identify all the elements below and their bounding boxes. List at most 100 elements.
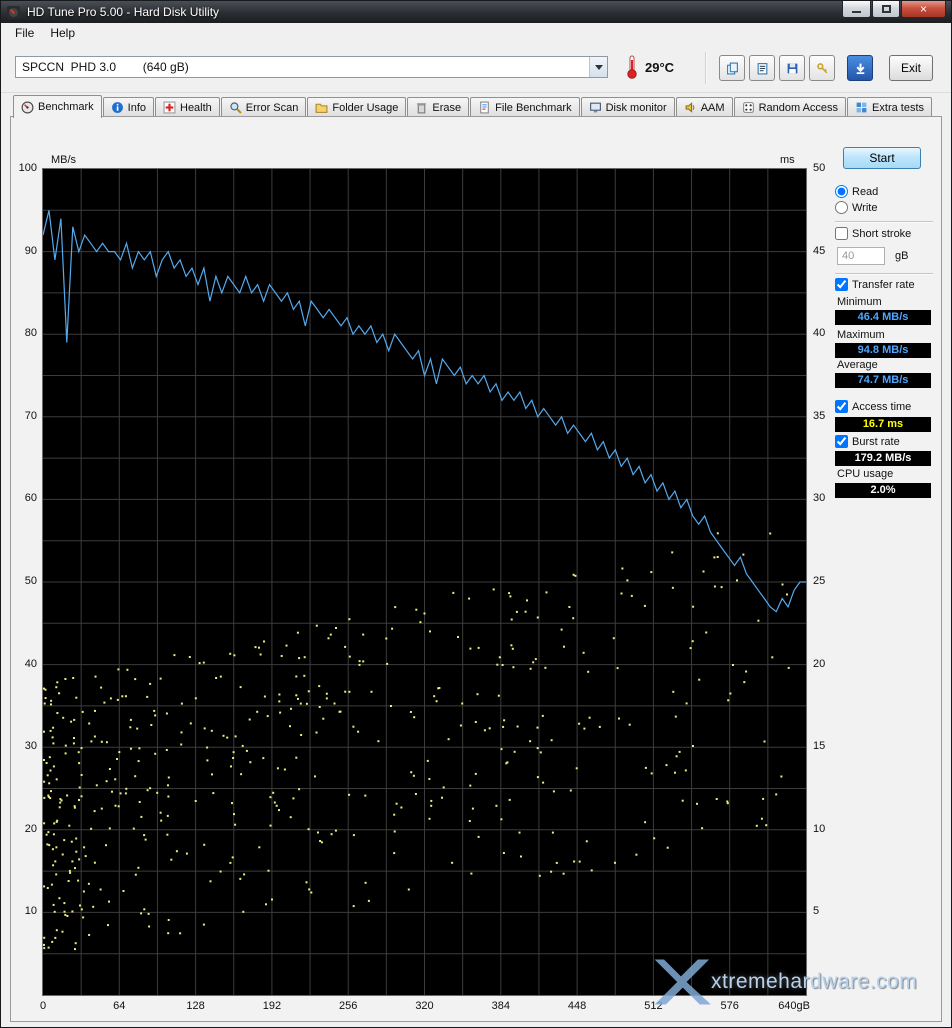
tab-label: Disk monitor [605, 101, 667, 114]
speaker-icon [684, 101, 697, 114]
thermometer-icon [623, 54, 641, 80]
copy-icon [726, 62, 739, 75]
tab-disk-monitor[interactable]: Disk monitor [580, 97, 675, 117]
short-stroke-input[interactable] [837, 247, 885, 265]
tab-extra-tests[interactable]: Extra tests [847, 97, 933, 117]
x-axis-tick: 384 [491, 1000, 510, 1012]
cpu-usage-value: 2.0% [835, 483, 931, 498]
burst-rate-value: 179.2 MB/s [835, 451, 931, 466]
write-radio[interactable] [835, 201, 848, 214]
tab-label: AAM [700, 101, 725, 114]
y-axis-tick-left: 80 [24, 327, 37, 340]
cpu-usage-label: CPU usage [837, 468, 894, 480]
copytext-icon [756, 62, 769, 75]
maximize-button[interactable] [872, 1, 900, 18]
read-radio-label: Read [852, 185, 879, 198]
erase-icon [415, 101, 428, 114]
watermark: xtremehardware.com [649, 955, 917, 1009]
y-axis-tick-right: 15 [813, 740, 826, 753]
transfer-rate-checkbox[interactable] [835, 278, 848, 291]
y-axis-tick-right: 30 [813, 492, 826, 505]
tab-label: Extra tests [872, 101, 925, 114]
health-icon [163, 101, 176, 114]
panel-separator [835, 273, 933, 275]
save-icon [786, 62, 799, 75]
tab-aam[interactable]: AAM [675, 97, 733, 117]
y-axis-tick-left: 70 [24, 409, 37, 422]
burst-rate-row: Burst rate [835, 435, 900, 448]
tab-file-benchmark[interactable]: File Benchmark [470, 97, 580, 117]
y-axis-tick-right: 10 [813, 822, 826, 835]
title-bar: HD Tune Pro 5.00 - Hard Disk Utility × [1, 1, 951, 23]
minimum-label: Minimum [837, 296, 882, 308]
minimum-value: 46.4 MB/s [835, 310, 931, 325]
copy-screenshot-button[interactable] [719, 55, 745, 81]
download-icon [854, 62, 867, 75]
burst-rate-label: Burst rate [852, 435, 900, 448]
tab-label: Erase [432, 101, 462, 114]
close-button[interactable]: × [901, 1, 946, 18]
random-icon [742, 101, 755, 114]
tab-erase[interactable]: Erase [407, 97, 470, 117]
minimize-button[interactable] [842, 1, 871, 18]
copy-text-button[interactable] [749, 55, 775, 81]
x-axis-tick: 128 [186, 1000, 205, 1012]
maximum-value: 94.8 MB/s [835, 343, 931, 358]
watermark-x-logo [654, 959, 711, 1005]
temperature-value: 29°C [645, 60, 675, 75]
app-icon [6, 5, 21, 20]
y-axis-tick-right: 50 [813, 162, 826, 174]
read-radio[interactable] [835, 185, 848, 198]
x-axis-tick: 192 [262, 1000, 282, 1012]
watermark-text: xtremehardware.com [711, 970, 918, 993]
menu-help[interactable]: Help [42, 24, 83, 42]
window-title: HD Tune Pro 5.00 - Hard Disk Utility [27, 5, 220, 19]
menu-bar: File Help [1, 23, 951, 43]
left-axis-unit: MB/s [51, 154, 77, 166]
y-axis-tick-right: 40 [813, 327, 826, 340]
minimize-icon [852, 11, 861, 13]
tab-info[interactable]: Info [102, 97, 154, 117]
chart-area: xtremehardware.com 100 90 80 70 60 50 40 30 20 10… [11, 117, 941, 1021]
x-axis-tick: 64 [113, 1000, 126, 1012]
update-button[interactable] [847, 55, 873, 81]
tab-label: Benchmark [38, 101, 94, 113]
tab-error-scan[interactable]: Error Scan [220, 97, 307, 117]
y-axis-tick-left: 30 [24, 740, 37, 753]
start-button[interactable]: Start [843, 147, 921, 169]
average-value: 74.7 MB/s [835, 373, 931, 388]
tab-health[interactable]: Health [155, 97, 220, 117]
close-icon: × [919, 2, 927, 16]
drive-select[interactable]: SPCCN PHD 3.0 (640 gB) [15, 56, 608, 78]
tab-label: Folder Usage [332, 101, 399, 114]
gauge-icon [21, 101, 34, 114]
save-screenshot-button[interactable] [779, 55, 805, 81]
folder-icon [315, 101, 328, 114]
write-radio-label: Write [852, 201, 878, 214]
y-axis-tick-right: 20 [813, 657, 826, 670]
burst-rate-checkbox[interactable] [835, 435, 848, 448]
tab-random-access[interactable]: Random Access [733, 97, 847, 117]
tab-benchmark[interactable]: Benchmark [13, 95, 102, 118]
access-time-checkbox[interactable] [835, 400, 848, 413]
options-icon [816, 62, 829, 75]
access-time-label: Access time [852, 400, 912, 413]
short-stroke-checkbox[interactable] [835, 227, 848, 240]
average-label: Average [837, 359, 878, 371]
tab-label: Error Scan [245, 101, 299, 114]
benchmark-page: xtremehardware.com 100 90 80 70 60 50 40 30 20 10… [10, 116, 942, 1022]
access-time-value: 16.7 ms [835, 417, 931, 432]
y-axis-tick-left: 100 [18, 162, 37, 174]
tab-folder-usage[interactable]: Folder Usage [307, 97, 407, 117]
y-axis-tick-right: 25 [813, 575, 826, 587]
drive-select-arrow [589, 57, 607, 77]
options-button[interactable] [809, 55, 835, 81]
read-radio-row: Read [835, 185, 878, 198]
short-stroke-row: Short stroke [835, 227, 911, 240]
y-axis-tick-left: 60 [24, 492, 37, 505]
menu-file[interactable]: File [7, 24, 42, 42]
x-axis-tick: 320 [415, 1000, 434, 1012]
exit-button[interactable]: Exit [889, 55, 933, 81]
write-radio-row: Write [835, 201, 877, 214]
toolbar: SPCCN PHD 3.0 (640 gB) 29°C Exit [1, 43, 951, 93]
